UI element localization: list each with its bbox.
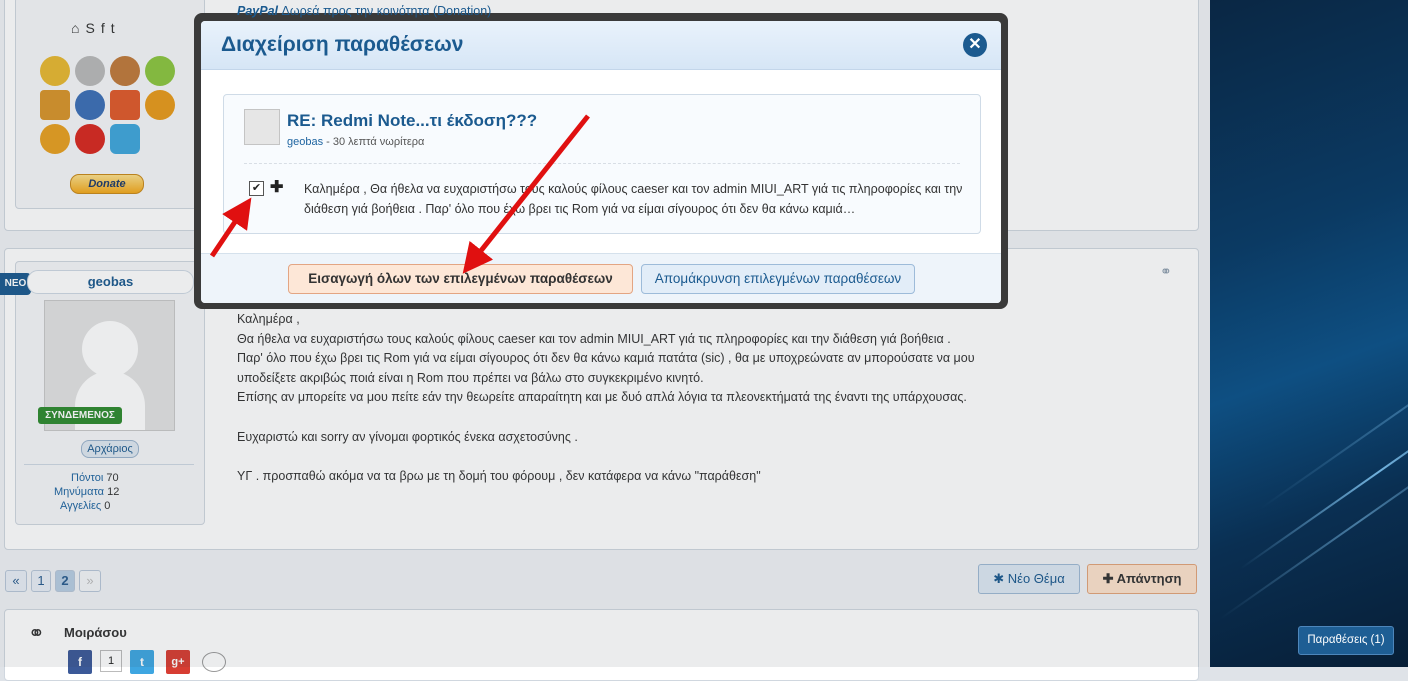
desktop-background: [1210, 0, 1408, 667]
quote-author[interactable]: geobas: [287, 136, 323, 148]
paypal-row: PayPal Δωρεά προς την κοινότητα (Donatio…: [237, 4, 491, 18]
quote-meta: geobas - 30 λεπτά νωρίτερα: [287, 136, 425, 148]
quote-title[interactable]: RE: Redmi Note...τι έκδοση???: [287, 111, 537, 131]
quotes-modal: Διαχείριση παραθέσεων ✕ RE: Redmi Note..…: [201, 21, 1001, 303]
light-streak: [1260, 312, 1408, 510]
quote-divider: [244, 163, 960, 164]
light-streak: [1220, 422, 1408, 620]
modal-title: Διαχείριση παραθέσεων: [221, 33, 464, 56]
quote-avatar: [244, 109, 280, 145]
insert-selected-quotes-button[interactable]: Εισαγωγή όλων των επιλεγμένων παραθέσεων: [288, 264, 633, 294]
quotes-toggle-button[interactable]: Παραθέσεις (1): [1298, 626, 1394, 655]
paypal-brand: PayPal: [237, 4, 282, 18]
quote-checkbox[interactable]: ✔: [249, 181, 264, 196]
expand-plus-icon[interactable]: ✚: [270, 177, 283, 197]
light-streak: [1240, 372, 1408, 570]
close-icon[interactable]: ✕: [963, 33, 987, 57]
modal-footer: Εισαγωγή όλων των επιλεγμένων παραθέσεων…: [201, 253, 1001, 303]
quote-text: Καλημέρα , Θα ήθελα να ευχαριστήσω τους …: [304, 182, 963, 216]
modal-header: Διαχείριση παραθέσεων ✕: [201, 21, 1001, 70]
remove-selected-quotes-button[interactable]: Απομάκρυνση επιλεγμένων παραθέσεων: [641, 264, 915, 294]
paypal-donation-link[interactable]: Δωρεά προς την κοινότητα (Donation): [281, 4, 491, 18]
quote-time: 30 λεπτά νωρίτερα: [332, 136, 425, 148]
quote-item: RE: Redmi Note...τι έκδοση??? geobas - 3…: [223, 94, 981, 234]
